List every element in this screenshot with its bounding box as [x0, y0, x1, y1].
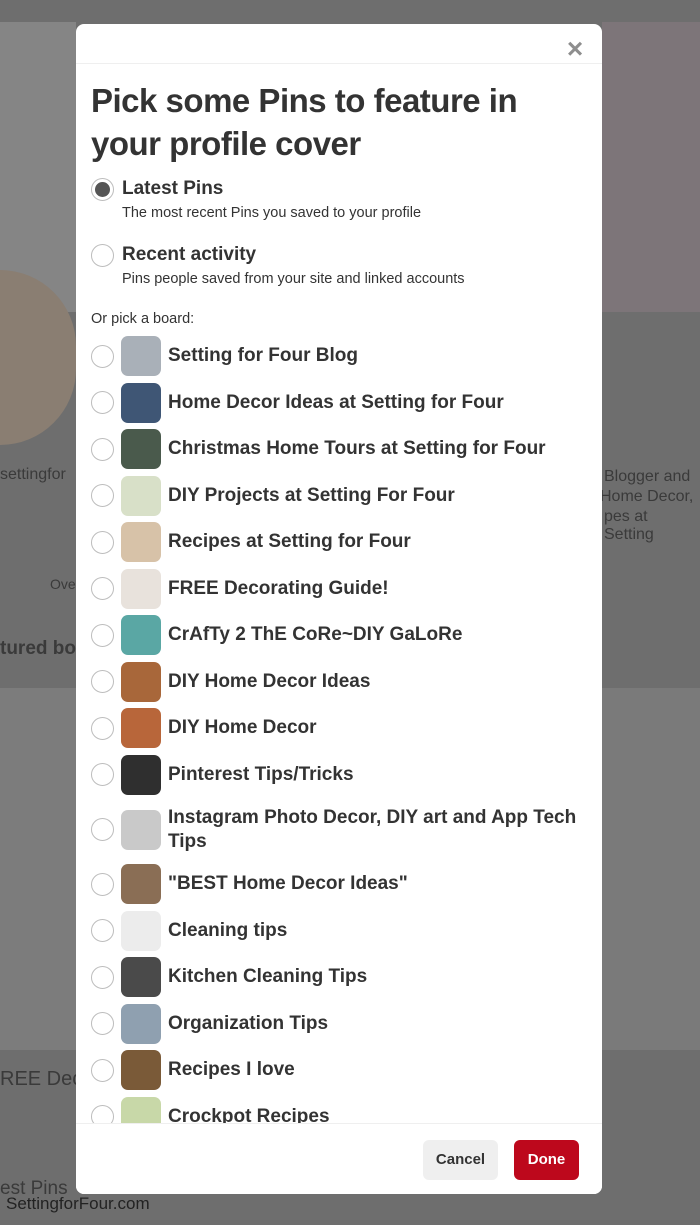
- radio-button[interactable]: [91, 818, 114, 841]
- board-option[interactable]: FREE Decorating Guide!: [91, 566, 602, 613]
- done-button[interactable]: Done: [514, 1140, 579, 1180]
- radio-button[interactable]: [91, 623, 114, 647]
- radio-button-selected[interactable]: [91, 178, 114, 201]
- board-option[interactable]: Cleaning tips: [91, 908, 602, 955]
- board-thumbnail: [121, 957, 161, 998]
- board-thumbnail: [121, 336, 161, 377]
- board-option[interactable]: Setting for Four Blog: [91, 333, 602, 380]
- board-thumbnail: [121, 615, 161, 656]
- radio-button[interactable]: [91, 763, 114, 787]
- board-prompt: Or pick a board:: [91, 311, 195, 327]
- board-option[interactable]: Recipes at Setting for Four: [91, 519, 602, 566]
- background-bio: Home Decor,: [600, 488, 694, 505]
- cancel-button[interactable]: Cancel: [423, 1140, 498, 1180]
- board-thumbnail: [121, 708, 161, 749]
- board-option[interactable]: Home Decor Ideas at Setting for Four: [91, 380, 602, 427]
- background-username: settingfor: [0, 466, 66, 483]
- radio-button[interactable]: [91, 244, 114, 267]
- board-thumbnail: [121, 475, 161, 516]
- board-label: Organization Tips: [168, 1012, 329, 1034]
- board-thumbnail: [121, 1003, 161, 1044]
- board-option[interactable]: Pinterest Tips/Tricks: [91, 752, 602, 799]
- modal-footer: Cancel Done: [76, 1123, 602, 1194]
- option-latest-pins[interactable]: Latest Pins The most recent Pins you sav…: [91, 175, 602, 223]
- board-option[interactable]: Organization Tips: [91, 1001, 602, 1048]
- board-option[interactable]: DIY Home Decor Ideas: [91, 659, 602, 706]
- board-thumbnail: [121, 910, 161, 951]
- board-label: Setting for Four Blog: [168, 345, 358, 367]
- board-label: Crockpot Recipes: [168, 1105, 330, 1123]
- board-thumbnail: [121, 661, 161, 702]
- board-option[interactable]: "BEST Home Decor Ideas": [91, 861, 602, 908]
- radio-button[interactable]: [91, 1058, 114, 1082]
- board-label: CrAfTy 2 ThE CoRe~DIY GaLoRe: [168, 624, 463, 646]
- board-label: Christmas Home Tours at Setting for Four: [168, 438, 546, 460]
- background-pin-image: [602, 22, 700, 312]
- board-option[interactable]: CrAfTy 2 ThE CoRe~DIY GaLoRe: [91, 612, 602, 659]
- board-option[interactable]: Crockpot Recipes: [91, 1094, 602, 1123]
- board-label: Instagram Photo Decor, DIY art and App T…: [168, 806, 577, 852]
- board-label: Pinterest Tips/Tricks: [168, 763, 354, 785]
- radio-button[interactable]: [91, 965, 114, 989]
- board-option[interactable]: Recipes I love: [91, 1047, 602, 1094]
- board-list: Setting for Four Blog Home Decor Ideas at…: [91, 333, 602, 1123]
- radio-button[interactable]: [91, 919, 114, 943]
- board-label: Recipes I love: [168, 1059, 295, 1081]
- option-description: Pins people saved from your site and lin…: [122, 271, 465, 287]
- option-description: The most recent Pins you saved to your p…: [122, 205, 422, 221]
- board-option[interactable]: Christmas Home Tours at Setting for Four: [91, 426, 602, 473]
- background-tab: Ove: [50, 576, 76, 592]
- board-thumbnail: [121, 1050, 161, 1091]
- background-pin-image: [0, 22, 76, 312]
- board-thumbnail: [121, 809, 161, 850]
- radio-button[interactable]: [91, 530, 114, 554]
- background-heading: tured bo: [0, 638, 76, 659]
- watermark: SettingforFour.com: [6, 1194, 150, 1213]
- board-label: Recipes at Setting for Four: [168, 531, 411, 553]
- board-thumbnail: [121, 568, 161, 609]
- board-thumbnail: [121, 429, 161, 470]
- board-label: FREE Decorating Guide!: [168, 577, 389, 599]
- radio-button[interactable]: [91, 484, 114, 508]
- option-label: Latest Pins: [122, 178, 224, 199]
- board-thumbnail: [121, 864, 161, 905]
- board-label: Home Decor Ideas at Setting for Four: [168, 391, 504, 413]
- background-board-cover: [602, 688, 700, 1050]
- feature-pins-modal: × Pick some Pins to feature in your prof…: [76, 24, 602, 1194]
- background-board-title: REE Dec: [0, 1068, 83, 1090]
- radio-button[interactable]: [91, 1105, 114, 1123]
- board-label: Cleaning tips: [168, 919, 288, 941]
- board-label: Kitchen Cleaning Tips: [168, 966, 368, 988]
- board-thumbnail: [121, 522, 161, 563]
- option-recent-activity[interactable]: Recent activity Pins people saved from y…: [91, 241, 602, 289]
- board-option[interactable]: Instagram Photo Decor, DIY art and App T…: [91, 798, 602, 861]
- board-label: DIY Projects at Setting For Four: [168, 484, 455, 506]
- radio-button[interactable]: [91, 391, 114, 415]
- board-label: DIY Home Decor: [168, 717, 317, 739]
- option-label: Recent activity: [122, 244, 257, 265]
- radio-button[interactable]: [91, 670, 114, 694]
- board-thumbnail: [121, 754, 161, 795]
- background-bio: pes at Setting: [604, 508, 654, 543]
- radio-button[interactable]: [91, 344, 114, 368]
- radio-button[interactable]: [91, 1012, 114, 1036]
- board-option[interactable]: DIY Home Decor: [91, 705, 602, 752]
- background-board-cover: [0, 688, 76, 1050]
- close-icon[interactable]: ×: [564, 35, 586, 63]
- board-option[interactable]: DIY Projects at Setting For Four: [91, 473, 602, 520]
- radio-button[interactable]: [91, 716, 114, 740]
- radio-button[interactable]: [91, 577, 114, 601]
- board-option[interactable]: Kitchen Cleaning Tips: [91, 954, 602, 1001]
- background-bio: Blogger and: [604, 468, 691, 485]
- board-thumbnail: [121, 1096, 161, 1123]
- board-label: "BEST Home Decor Ideas": [168, 873, 408, 895]
- board-label: DIY Home Decor Ideas: [168, 670, 371, 692]
- modal-scroll-area[interactable]: Pick some Pins to feature in your profil…: [76, 64, 602, 1123]
- radio-button[interactable]: [91, 437, 114, 461]
- board-thumbnail: [121, 382, 161, 423]
- modal-header: ×: [76, 24, 602, 64]
- radio-button[interactable]: [91, 872, 114, 896]
- modal-title: Pick some Pins to feature in your profil…: [91, 82, 518, 162]
